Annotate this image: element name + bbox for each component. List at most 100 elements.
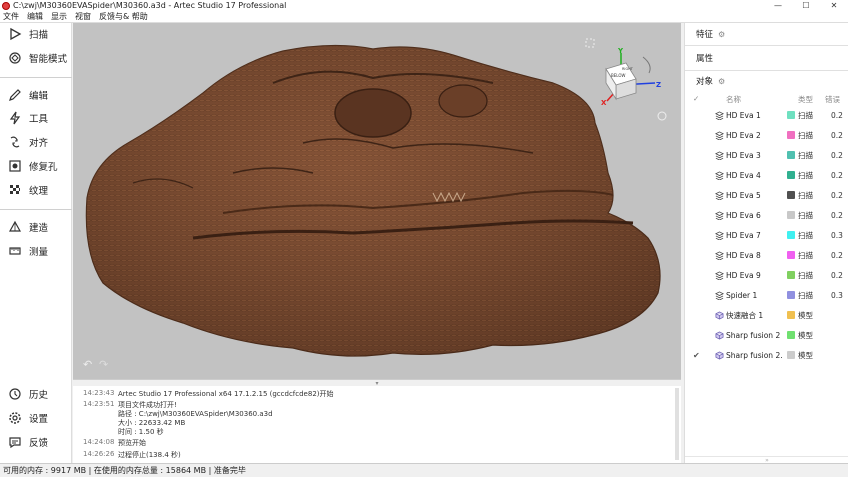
tool-fix-holes[interactable]: 修复孔 [0,156,72,176]
properties-label: 属性 [696,54,714,64]
tool-feedback-label: 反馈 [29,438,49,449]
tool-feedback[interactable]: 反馈 [0,432,72,452]
ruler-icon [9,247,21,255]
object-row[interactable]: HD Eva 7 扫描 0.3 [685,225,848,245]
tool-texture[interactable]: 纹理 [0,180,72,200]
log-collapse-toggle[interactable]: ▾ [73,379,681,387]
scan-icon [715,170,724,180]
tool-smart-mode[interactable]: 智能模式 [0,48,72,68]
object-error: 0.3 [831,290,843,300]
object-type: 模型 [798,350,813,360]
features-section-header[interactable]: 特征 ⚙ [685,24,848,44]
object-error: 0.2 [831,130,843,140]
tool-measure[interactable]: 测量 [0,241,72,261]
object-row[interactable]: HD Eva 9 扫描 0.2 [685,265,848,285]
tool-tools[interactable]: 工具 [0,108,72,128]
object-type: 扫描 [798,270,813,280]
close-button[interactable]: ✕ [820,0,848,11]
model-icon [715,350,724,360]
color-swatch[interactable] [787,331,795,339]
object-name: HD Eva 8 [726,250,761,260]
log-scrollbar[interactable] [675,388,679,460]
color-swatch[interactable] [787,211,795,219]
tool-build[interactable]: 建造 [0,217,72,237]
object-name: HD Eva 5 [726,190,761,200]
color-swatch[interactable] [787,151,795,159]
log-entry: 14:23:43 Artec Studio 17 Professional x6… [83,389,334,399]
object-row[interactable]: HD Eva 8 扫描 0.2 [685,245,848,265]
pyramid-icon [8,220,22,232]
object-name: Sharp fusion 2... [726,350,783,360]
color-swatch[interactable] [787,351,795,359]
tool-history[interactable]: 历史 [0,384,72,404]
object-name: HD Eva 9 [726,270,761,280]
properties-section-header[interactable]: 属性 [685,48,848,68]
color-swatch[interactable] [787,171,795,179]
tool-build-label: 建造 [29,223,49,234]
undo-button[interactable]: ↶ [83,358,92,371]
menu-help[interactable]: 反馈与& 帮助 [96,11,153,22]
column-header-name[interactable]: 名称 [726,94,741,105]
panel-collapse-toggle[interactable]: » [685,456,848,464]
object-type: 扫描 [798,170,813,180]
log-panel: 14:23:43 Artec Studio 17 Professional x6… [73,386,681,463]
object-row[interactable]: HD Eva 1 扫描 0.2 [685,105,848,125]
color-swatch[interactable] [787,311,795,319]
tool-scan[interactable]: 扫描 [0,24,72,44]
tool-align[interactable]: 对齐 [0,132,72,152]
color-swatch[interactable] [787,271,795,279]
status-state: | 准备完毕 [208,466,246,475]
tool-tools-label: 工具 [29,114,49,125]
maximize-button[interactable]: ☐ [792,0,820,11]
column-header-type[interactable]: 类型 [798,94,813,105]
object-row[interactable]: HD Eva 2 扫描 0.2 [685,125,848,145]
color-swatch[interactable] [787,251,795,259]
tool-settings[interactable]: 设置 [0,408,72,428]
object-type: 模型 [798,330,813,340]
fit-view-icon[interactable] [585,38,595,48]
log-message: 时间 : 1.50 秒 [118,428,164,436]
menu-view[interactable]: 显示 [48,11,72,22]
color-swatch[interactable] [787,191,795,199]
object-row[interactable]: 快速融合 1 模型 [685,305,848,325]
object-type: 扫描 [798,250,813,260]
color-swatch[interactable] [787,231,795,239]
object-row[interactable]: HD Eva 3 扫描 0.2 [685,145,848,165]
3d-viewport[interactable]: ↶ ↷ BELOW RIGHT Y X Z [73,23,681,379]
object-type: 扫描 [798,130,813,140]
gizmo-cube-top-label: RIGHT [622,67,634,71]
menu-edit[interactable]: 编辑 [24,11,48,22]
tool-edit[interactable]: 编辑 [0,85,72,105]
gear-icon[interactable]: ⚙ [718,77,725,86]
log-time: 14:26:26 [83,450,115,458]
object-name: Spider 1 [726,290,758,300]
chat-bubble-icon [9,437,21,449]
light-icon[interactable] [657,111,667,121]
object-error: 0.3 [831,230,843,240]
menu-window[interactable]: 视窗 [72,11,96,22]
fossil-skull-model[interactable]: ↶ ↷ BELOW RIGHT Y X Z [73,23,681,379]
color-swatch[interactable] [787,131,795,139]
title-bar: C:\zwj\M30360EVASpider\M30360.a3d - Arte… [0,0,848,11]
scan-icon [715,230,724,240]
object-row[interactable]: Spider 1 扫描 0.3 [685,285,848,305]
minimize-button[interactable]: — [764,0,792,11]
color-swatch[interactable] [787,111,795,119]
color-swatch[interactable] [787,291,795,299]
gear-icon[interactable]: ⚙ [718,30,725,39]
object-row[interactable]: HD Eva 5 扫描 0.2 [685,185,848,205]
object-error: 0.2 [831,110,843,120]
object-row[interactable]: HD Eva 6 扫描 0.2 [685,205,848,225]
object-row[interactable]: ✔ Sharp fusion 2... 模型 [685,345,848,365]
objects-section-header[interactable]: 对象 ⚙ [685,71,848,91]
redo-button[interactable]: ↷ [99,358,108,371]
smart-mode-icon [9,52,21,64]
object-row[interactable]: Sharp fusion 2 模型 [685,325,848,345]
orientation-gizmo[interactable]: BELOW RIGHT Y X Z [601,47,661,107]
object-type: 扫描 [798,230,813,240]
fix-holes-icon [9,160,21,172]
column-header-error[interactable]: 错误 [825,94,840,105]
menu-file[interactable]: 文件 [0,11,24,22]
object-row[interactable]: HD Eva 4 扫描 0.2 [685,165,848,185]
visibility-check-icon[interactable]: ✔ [693,351,701,360]
